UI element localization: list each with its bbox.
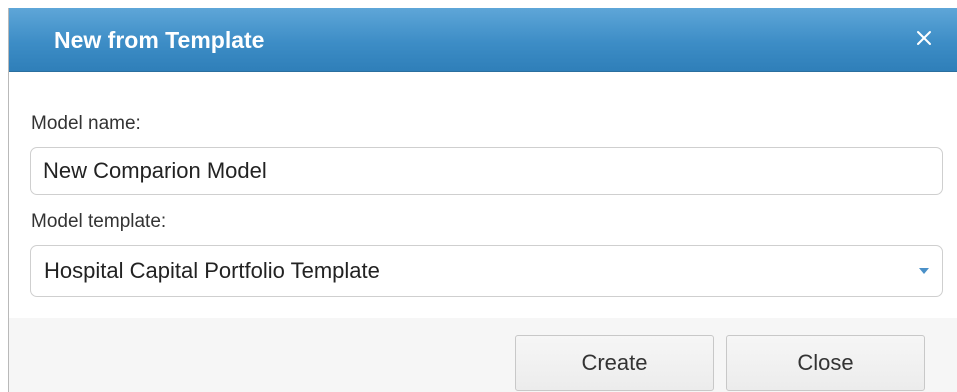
model-template-label: Model template:	[31, 211, 167, 232]
dialog-footer: Create Close	[9, 318, 957, 392]
model-name-input[interactable]	[30, 147, 943, 195]
model-name-label: Model name:	[31, 113, 141, 134]
create-button[interactable]: Create	[515, 335, 714, 391]
dialog-title: New from Template	[54, 27, 265, 53]
dialog-titlebar: New from Template	[9, 8, 957, 72]
model-template-select[interactable]: Hospital Capital Portfolio Template	[30, 245, 943, 297]
caret-down-icon[interactable]	[918, 267, 930, 275]
dialog-body: Model name: Model template: Hospital Cap…	[9, 72, 957, 318]
close-button[interactable]: Close	[726, 335, 925, 391]
close-icon[interactable]	[913, 27, 935, 49]
model-template-selected-value: Hospital Capital Portfolio Template	[44, 258, 380, 283]
new-from-template-dialog: New from Template Model name: Model temp…	[8, 8, 957, 392]
